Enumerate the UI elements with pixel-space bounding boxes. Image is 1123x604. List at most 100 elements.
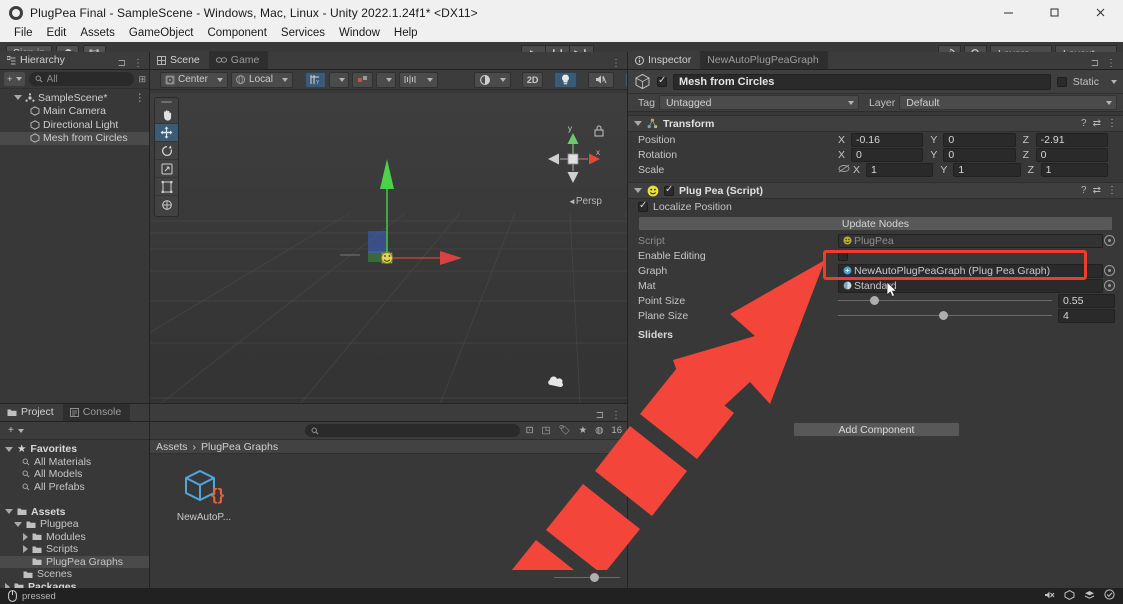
- project-row-scenes[interactable]: Scenes: [0, 568, 149, 581]
- window-controls[interactable]: [985, 0, 1123, 25]
- point-size-input[interactable]: 0.55: [1058, 293, 1115, 308]
- position-z-input[interactable]: -2.91: [1035, 132, 1108, 147]
- menu-item-file[interactable]: File: [7, 25, 40, 42]
- tab-hierarchy[interactable]: Hierarchy: [0, 51, 74, 69]
- chevron-down-icon[interactable]: [634, 188, 642, 193]
- scale-y-input[interactable]: 1: [953, 162, 1021, 177]
- check-circle-icon[interactable]: [1104, 589, 1115, 603]
- project-row-favorites[interactable]: ★ Favorites: [0, 443, 149, 456]
- transform-tools[interactable]: ? ⇄ ⋮: [1081, 118, 1117, 129]
- rotation-x-input[interactable]: 0: [851, 147, 924, 162]
- chevron-down-icon[interactable]: [5, 509, 13, 515]
- scale-tool[interactable]: [155, 160, 178, 178]
- breadcrumb[interactable]: Assets › PlugPea Graphs: [150, 440, 628, 454]
- menu-item-help[interactable]: Help: [387, 25, 425, 42]
- position-y-input[interactable]: 0: [943, 132, 1016, 147]
- scale-vector3[interactable]: X 1 Y 1 Z 1: [838, 162, 1123, 177]
- handle-space-dropdown[interactable]: Local: [231, 71, 293, 88]
- position-x-input[interactable]: -0.16: [851, 132, 924, 147]
- project-row-modules[interactable]: Modules: [0, 531, 149, 544]
- update-nodes-button[interactable]: Update Nodes: [638, 216, 1113, 231]
- close-button[interactable]: [1077, 0, 1123, 25]
- layers-status-icon[interactable]: [1084, 590, 1095, 603]
- scene-viewport[interactable]: y x ◄Persp: [150, 93, 628, 404]
- tab-scene[interactable]: Scene: [150, 51, 209, 69]
- transform-tool[interactable]: [155, 196, 178, 214]
- grid-snap-icon[interactable]: Y: [304, 71, 326, 88]
- chevron-down-icon[interactable]: [14, 521, 22, 527]
- menu-item-component[interactable]: Component: [200, 25, 273, 42]
- menu-item-services[interactable]: Services: [274, 25, 332, 42]
- hierarchy-tab-actions[interactable]: ⊐ ⋮: [118, 58, 150, 69]
- minimize-button[interactable]: [985, 0, 1031, 25]
- gameobject-name-field[interactable]: Mesh from Circles: [673, 73, 1051, 90]
- scene-more-icon[interactable]: ⋮: [135, 92, 151, 104]
- breadcrumb-assets[interactable]: Assets: [156, 441, 188, 453]
- palette-grip[interactable]: [161, 101, 172, 103]
- more-menu-icon[interactable]: ⋮: [1107, 118, 1117, 129]
- chevron-right-icon[interactable]: [23, 532, 28, 541]
- chevron-right-icon[interactable]: [23, 545, 28, 554]
- point-size-knob[interactable]: [870, 296, 880, 305]
- graph-picker-button[interactable]: [1104, 265, 1115, 276]
- gameobject-enabled-checkbox[interactable]: [657, 75, 667, 87]
- lock-icon[interactable]: ⊐: [596, 410, 604, 421]
- asset-item[interactable]: {} NewAutoP...: [172, 467, 236, 523]
- tab-console[interactable]: Console: [62, 403, 131, 421]
- rotate-tool[interactable]: [155, 142, 178, 160]
- chevron-down-icon[interactable]: [5, 446, 13, 452]
- hierarchy-row-main-camera[interactable]: Main Camera: [0, 105, 150, 119]
- hidden-filter-icon[interactable]: ◍: [595, 425, 603, 436]
- transform-component-header[interactable]: Transform ? ⇄ ⋮: [628, 115, 1123, 132]
- mute-icon[interactable]: [1044, 590, 1055, 603]
- project-add-button[interactable]: +: [4, 424, 28, 438]
- project-filter-icons[interactable]: ⊡ ◳ 🏷 ★ ◍ 16: [526, 425, 622, 436]
- project-tab-actions[interactable]: ⊐ ⋮: [596, 410, 628, 421]
- menu-item-edit[interactable]: Edit: [40, 25, 74, 42]
- project-search-input[interactable]: [305, 424, 520, 437]
- chevron-down-icon[interactable]: [1111, 79, 1117, 84]
- divider-scene-inspector[interactable]: [627, 52, 628, 588]
- menu-item-assets[interactable]: Assets: [73, 25, 122, 42]
- menu-item-window[interactable]: Window: [332, 25, 387, 42]
- 2d-toggle-button[interactable]: 2D: [521, 71, 544, 88]
- menu-bar[interactable]: File Edit Assets GameObject Component Se…: [0, 25, 1123, 42]
- constrain-proportions-icon[interactable]: [838, 164, 853, 176]
- more-menu-icon[interactable]: ⋮: [133, 58, 143, 69]
- scene-projection-label[interactable]: ◄Persp: [568, 196, 602, 207]
- more-menu-icon[interactable]: ⋮: [1106, 58, 1116, 69]
- project-row-plugpea-graphs[interactable]: PlugPea Graphs: [0, 555, 149, 568]
- rotation-z-input[interactable]: 0: [1035, 147, 1108, 162]
- mat-picker-button[interactable]: [1104, 280, 1115, 291]
- chevron-down-icon[interactable]: [634, 121, 642, 126]
- project-row-all-models[interactable]: All Models: [0, 468, 149, 481]
- hierarchy-add-button[interactable]: +: [4, 72, 25, 86]
- lock-icon[interactable]: ⊐: [1091, 58, 1099, 69]
- position-vector3[interactable]: X -0.16 Y 0 Z -2.91: [838, 132, 1123, 147]
- shading-mode-dropdown[interactable]: [473, 71, 511, 88]
- hierarchy-row-samplescene[interactable]: SampleScene* ⋮: [0, 91, 150, 105]
- project-row-all-prefabs[interactable]: All Prefabs: [0, 481, 149, 494]
- localize-position-checkbox[interactable]: [638, 200, 648, 212]
- scene-lighting-icon[interactable]: [554, 71, 578, 88]
- plugpea-tools[interactable]: ? ⇄ ⋮: [1081, 185, 1117, 196]
- maximize-button[interactable]: [1031, 0, 1077, 25]
- grid-snap-dropdown[interactable]: [328, 71, 349, 88]
- breadcrumb-plugpea-graphs[interactable]: PlugPea Graphs: [201, 441, 278, 453]
- project-row-plugpea[interactable]: Plugpea: [0, 518, 149, 531]
- hand-tool[interactable]: [155, 106, 178, 124]
- enable-editing-checkbox[interactable]: [838, 250, 848, 261]
- more-menu-icon[interactable]: ⋮: [611, 410, 621, 421]
- scale-z-input[interactable]: 1: [1040, 162, 1108, 177]
- layer-visibility-icon[interactable]: [398, 71, 438, 88]
- save-search-icon[interactable]: ⊡: [526, 425, 534, 436]
- add-component-button[interactable]: Add Component: [793, 422, 960, 437]
- scene-tab-actions[interactable]: ⋮: [611, 58, 628, 69]
- rect-tool[interactable]: [155, 178, 178, 196]
- project-row-assets[interactable]: Assets: [0, 506, 149, 519]
- snap-increment-icon[interactable]: [351, 71, 373, 88]
- hierarchy-scene-filter-icon[interactable]: ⊞: [138, 74, 146, 85]
- scene-axis-gizmo[interactable]: y x: [538, 121, 608, 196]
- chevron-down-icon[interactable]: [14, 95, 22, 101]
- hierarchy-search-input[interactable]: All: [28, 72, 135, 86]
